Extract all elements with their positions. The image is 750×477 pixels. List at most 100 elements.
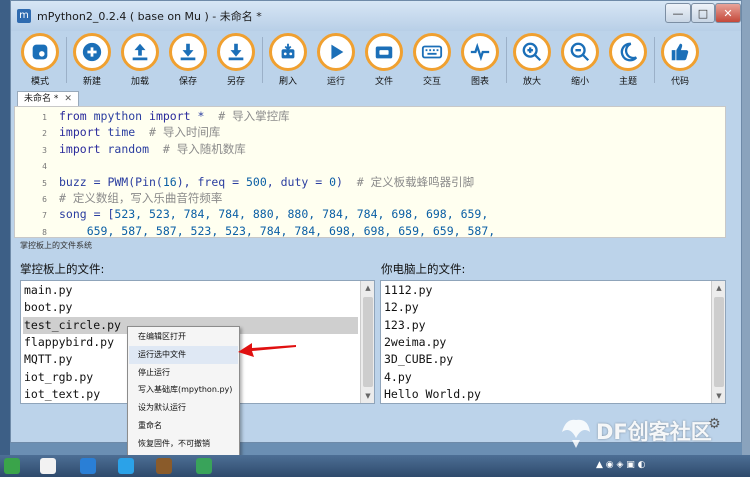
code-token: random xyxy=(107,141,163,156)
code-line[interactable]: 5 buzz = PWM(Pin(16), freq = 500, duty = … xyxy=(15,174,725,191)
keyboard-icon xyxy=(421,45,443,59)
code-line[interactable]: 6 # 定义数组，写入乐曲音符频率 xyxy=(15,190,725,207)
app-icon[interactable] xyxy=(118,458,134,474)
code-token: # 定义数组，写入乐曲音符频率 xyxy=(59,191,223,205)
context-menu-item[interactable]: 设为默认运行 xyxy=(129,399,238,417)
load-label: 加载 xyxy=(130,77,149,87)
code-button[interactable]: 代码 xyxy=(657,33,703,91)
load-button[interactable]: 加载 xyxy=(117,33,163,91)
zoom-in-label: 放大 xyxy=(522,77,541,87)
new-label: 新建 xyxy=(82,77,101,87)
code-token: 0 xyxy=(329,174,336,189)
file-list-item[interactable]: Hello World.py xyxy=(383,386,710,403)
scroll-down-icon[interactable]: ▼ xyxy=(712,389,725,403)
tab-close-icon[interactable]: ✕ xyxy=(64,94,72,104)
code-line[interactable]: 7 song = [523, 523, 784, 784, 880, 880, 7… xyxy=(15,206,725,223)
code-token: import xyxy=(59,125,108,140)
title-bar[interactable]: m mPython2_0.2.4 ( base on Mu ) - 未命名 * … xyxy=(11,1,741,31)
close-button[interactable]: ✕ xyxy=(715,3,741,23)
play-icon xyxy=(331,44,344,60)
file-list-item[interactable]: main.py xyxy=(23,282,358,299)
file-list-item[interactable]: 1112.py xyxy=(383,282,710,299)
panda-app-icon[interactable] xyxy=(40,458,56,474)
file-list-item[interactable]: hello_world.py xyxy=(383,403,710,404)
plotter-button[interactable]: 图表 xyxy=(457,33,503,91)
thumbs-up-icon xyxy=(671,43,689,61)
watermark-text: DF创客社区 xyxy=(596,420,712,444)
toolbar-separator xyxy=(66,37,67,83)
code-token: from xyxy=(59,109,94,123)
tab-bar: 未命名 * ✕ xyxy=(15,91,739,108)
run-button[interactable]: 运行 xyxy=(313,33,359,91)
code-editor[interactable]: 1 from mpython import * # 导入掌控库 2 import ti… xyxy=(14,106,726,238)
pc-list-scrollbar[interactable]: ▲ ▼ xyxy=(711,281,725,403)
scroll-down-icon[interactable]: ▼ xyxy=(361,389,374,403)
pc-file-list[interactable]: ▲ ▼ 1112.py 12.py 123.py 2weima.py 3D_CUBE.p… xyxy=(380,280,726,404)
toolbar-separator xyxy=(262,37,263,83)
toolbar-separator xyxy=(654,37,655,83)
context-menu-item[interactable]: 在编辑区打开 xyxy=(129,328,238,346)
context-menu-item[interactable]: 运行选中文件 xyxy=(129,345,238,364)
maximize-button[interactable]: □ xyxy=(691,3,715,23)
code-token: 523, 523, 784, 784, 880, 880, 784, 784, … xyxy=(114,207,489,222)
pc-files-title: 你电脑上的文件: xyxy=(381,262,466,276)
board-list-scrollbar[interactable]: ▲ ▼ xyxy=(360,281,374,403)
board-files-title: 掌控板上的文件: xyxy=(20,262,105,276)
file-list-item[interactable]: 12.py xyxy=(383,299,710,316)
scrollbar-thumb[interactable] xyxy=(363,297,373,387)
file-list-item[interactable]: 2weima.py xyxy=(383,334,710,351)
code-line[interactable]: 4 xyxy=(15,157,725,174)
taskbar: ▲ ◉ ◈ ▣ ◐ xyxy=(0,455,750,477)
zoom-out-button[interactable]: 缩小 xyxy=(557,33,603,91)
save-as-icon xyxy=(228,43,244,61)
repl-button[interactable]: 交互 xyxy=(409,33,455,91)
app-icon[interactable] xyxy=(196,458,212,474)
watermark: DF创客社区 xyxy=(556,412,746,450)
save-label: 保存 xyxy=(178,77,197,87)
app-icon[interactable] xyxy=(80,458,96,474)
files-button[interactable]: 文件 xyxy=(361,33,407,91)
theme-button[interactable]: 主题 xyxy=(605,33,651,91)
code-token: import xyxy=(149,109,198,123)
mode-label: 模式 xyxy=(30,77,49,87)
code-line[interactable]: 8 659, 587, 587, 523, 523, 784, 784, 698… xyxy=(15,223,725,237)
file-list-item[interactable]: boot.py xyxy=(23,299,358,316)
code-token: , duty = xyxy=(266,174,330,189)
code-token: ), freq = xyxy=(176,174,246,189)
code-token: 16 xyxy=(162,174,177,189)
tab-label: 未命名 * xyxy=(24,94,59,104)
file-list-item[interactable]: 123.py xyxy=(383,317,710,334)
scrollbar-thumb[interactable] xyxy=(714,297,724,387)
scroll-up-icon[interactable]: ▲ xyxy=(361,281,374,295)
code-line[interactable]: 2 import time # 导入时间库 xyxy=(15,124,725,141)
mode-button[interactable]: 模式 xyxy=(17,33,63,91)
context-menu-item[interactable]: 重命名 xyxy=(129,417,238,435)
save-as-button[interactable]: 另存 xyxy=(213,33,259,91)
download-icon xyxy=(180,43,196,61)
system-tray[interactable]: ▲ ◉ ◈ ▣ ◐ xyxy=(596,460,646,470)
context-menu-item[interactable]: 恢复固件，不可撤销 xyxy=(129,435,238,453)
code-token: song = [ xyxy=(59,207,115,222)
toolbar: 模式 新建 加载 保存 另存 刷入 运行 文件 交互 图表 放大 缩小 主题 代… xyxy=(15,31,737,91)
new-button[interactable]: 新建 xyxy=(69,33,115,91)
zoom-in-button[interactable]: 放大 xyxy=(509,33,555,91)
file-list-item[interactable]: 3D_CUBE.py xyxy=(383,351,710,368)
code-token: ) xyxy=(336,174,357,189)
context-menu-item[interactable]: 写入基础库(mpython.py) xyxy=(129,381,238,399)
app-icon[interactable] xyxy=(156,458,172,474)
flash-button[interactable]: 刷入 xyxy=(265,33,311,91)
filesystem-section-label: 掌控板上的文件系统 xyxy=(20,241,92,250)
code-line[interactable]: 3 import random # 导入随机数库 xyxy=(15,141,725,158)
start-orb-icon[interactable] xyxy=(4,458,20,474)
pulse-icon xyxy=(470,42,490,62)
scroll-up-icon[interactable]: ▲ xyxy=(712,281,725,295)
code-line[interactable]: 1 from mpython import * # 导入掌控库 xyxy=(15,108,725,125)
theme-label: 主题 xyxy=(618,77,637,87)
zoom-out-label: 缩小 xyxy=(570,77,589,87)
minimize-button[interactable]: — xyxy=(665,3,691,23)
save-button[interactable]: 保存 xyxy=(165,33,211,91)
context-menu-item[interactable]: 停止运行 xyxy=(129,364,238,382)
code-label: 代码 xyxy=(670,77,689,87)
file-list-item[interactable]: 4.py xyxy=(383,369,710,386)
context-menu: 在编辑区打开 运行选中文件 停止运行 写入基础库(mpython.py) 设为默认运行重… xyxy=(127,326,240,474)
